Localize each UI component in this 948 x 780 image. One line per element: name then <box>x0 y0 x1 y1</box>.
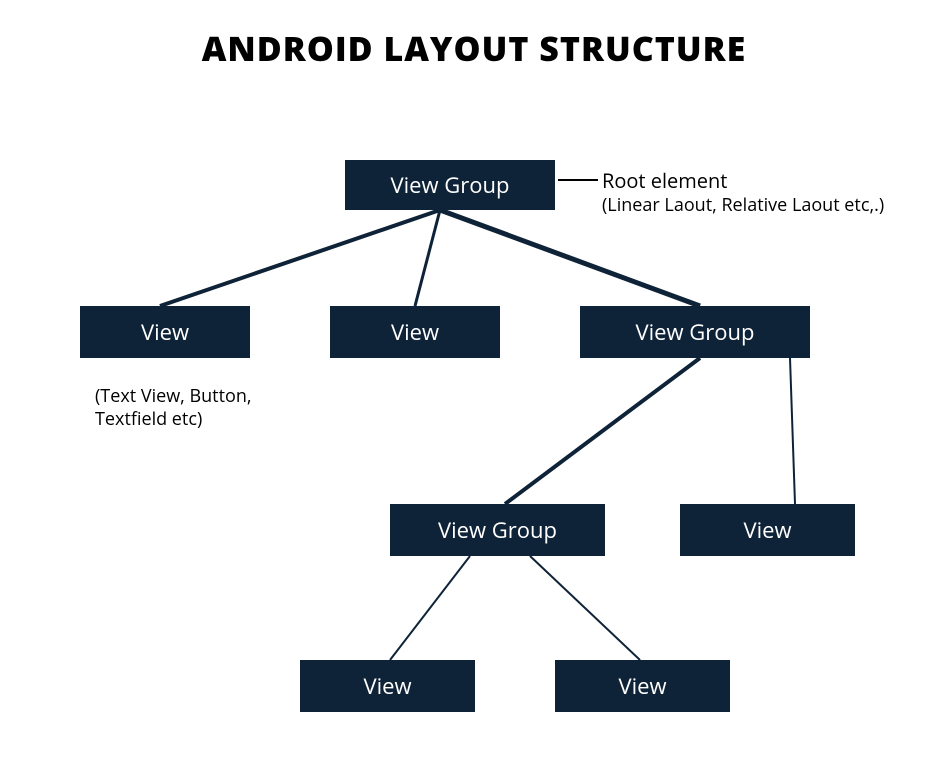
annotation-root-sub: (Linear Laout, Relative Laout etc,.) <box>602 194 902 217</box>
node-l2-view-left: View <box>80 306 250 358</box>
node-l3-view: View <box>680 504 855 556</box>
node-l4-view-right: View <box>555 660 730 712</box>
node-root-viewgroup: View Group <box>345 160 555 210</box>
node-l3-viewgroup: View Group <box>390 504 605 556</box>
annotation-view-sub: (Text View, Button, Textfield etc) <box>95 385 315 430</box>
node-l2-view-mid: View <box>330 306 500 358</box>
node-l4-view-left: View <box>300 660 475 712</box>
node-l2-viewgroup-right: View Group <box>580 306 810 358</box>
page-title: ANDROID LAYOUT STRUCTURE <box>0 25 948 71</box>
annotation-root-label: Root element <box>602 168 727 193</box>
